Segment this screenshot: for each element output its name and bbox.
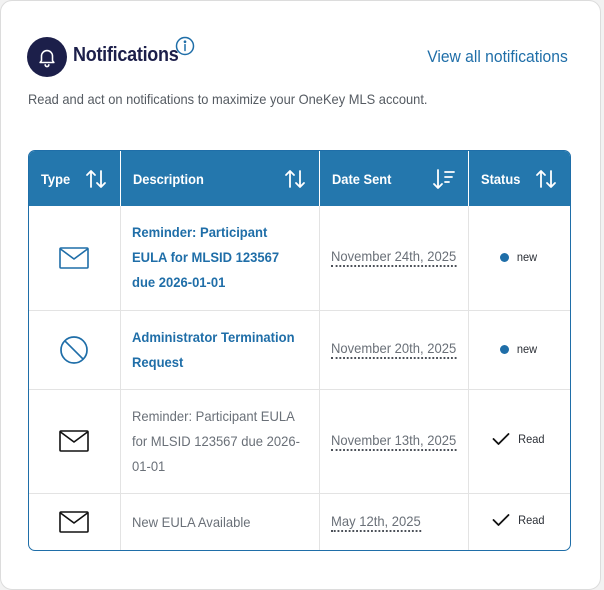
sort-arrows-icon[interactable] [84, 167, 108, 191]
date-cell: November 24th, 2025 [319, 206, 469, 310]
table-row[interactable]: Administrator Termination Request Novemb… [29, 309, 570, 389]
date-sent: November 13th, 2025 [330, 432, 456, 451]
envelope-icon [59, 511, 90, 534]
description-cell: Reminder: Participant EULA for MLSID 123… [120, 206, 320, 310]
column-header-description[interactable]: Description [120, 151, 320, 206]
prohibited-icon [60, 335, 89, 364]
notifications-table: Type Description Date Sent Status Remind… [28, 150, 571, 551]
type-cell [29, 309, 121, 389]
date-cell: May 12th, 2025 [319, 492, 469, 550]
notification-description[interactable]: Administrator Termination Request [132, 325, 304, 375]
column-header-type[interactable]: Type [29, 151, 121, 206]
sort-descending-icon[interactable] [432, 167, 456, 191]
column-header-label: Description [132, 170, 204, 187]
status-cell: new [468, 309, 570, 389]
status-badge: new [500, 250, 538, 264]
type-cell [29, 492, 121, 550]
card-header: Notifications View all notifications [27, 36, 568, 79]
envelope-icon [59, 246, 90, 269]
sort-arrows-icon[interactable] [534, 167, 558, 191]
description-cell: Reminder: Participant EULA for MLSID 123… [120, 388, 320, 493]
column-header-label: Status [480, 170, 520, 187]
page-title: Notifications [73, 44, 179, 66]
date-sent: November 20th, 2025 [330, 340, 456, 359]
column-header-date-sent[interactable]: Date Sent [319, 151, 469, 206]
status-badge: Read [492, 513, 546, 527]
status-badge: Read [492, 432, 546, 446]
column-header-label: Date Sent [331, 170, 391, 187]
checkmark-icon [493, 513, 510, 526]
info-icon[interactable] [175, 36, 195, 56]
status-cell: new [468, 206, 570, 310]
bell-icon [27, 37, 67, 77]
view-all-notifications-link[interactable]: View all notifications [427, 47, 568, 67]
notifications-card: Notifications View all notifications Rea… [0, 0, 601, 590]
notification-description[interactable]: Reminder: Participant EULA for MLSID 123… [132, 404, 304, 479]
table-row[interactable]: Reminder: Participant EULA for MLSID 123… [29, 388, 570, 493]
status-text: new [517, 250, 538, 265]
status-cell: Read [468, 492, 570, 550]
column-header-label: Type [41, 170, 71, 187]
table-header-row: Type Description Date Sent Status [29, 151, 570, 206]
type-cell [29, 206, 121, 310]
status-badge: new [500, 342, 538, 356]
envelope-icon [59, 430, 90, 452]
notification-description[interactable]: New EULA Available [132, 510, 304, 535]
description-cell: Administrator Termination Request [120, 309, 320, 389]
type-cell [29, 388, 121, 493]
status-text: Read [518, 431, 545, 446]
unread-dot-icon [500, 252, 510, 262]
status-text: Read [518, 512, 545, 527]
page-subtitle: Read and act on notifications to maximiz… [28, 91, 428, 107]
checkmark-icon [493, 432, 510, 445]
status-cell: Read [468, 388, 570, 493]
sort-arrows-icon[interactable] [283, 167, 307, 191]
description-cell: New EULA Available [120, 492, 320, 550]
status-text: new [517, 342, 538, 356]
date-cell: November 13th, 2025 [319, 388, 469, 493]
date-cell: November 20th, 2025 [319, 309, 469, 389]
notification-description[interactable]: Reminder: Participant EULA for MLSID 123… [132, 220, 304, 295]
table-row[interactable]: Reminder: Participant EULA for MLSID 123… [29, 206, 570, 310]
date-sent: May 12th, 2025 [330, 513, 421, 532]
date-sent: November 24th, 2025 [330, 248, 456, 268]
unread-dot-icon [500, 344, 510, 354]
table-row[interactable]: New EULA Available May 12th, 2025 Read [29, 492, 570, 550]
column-header-status[interactable]: Status [468, 151, 570, 206]
